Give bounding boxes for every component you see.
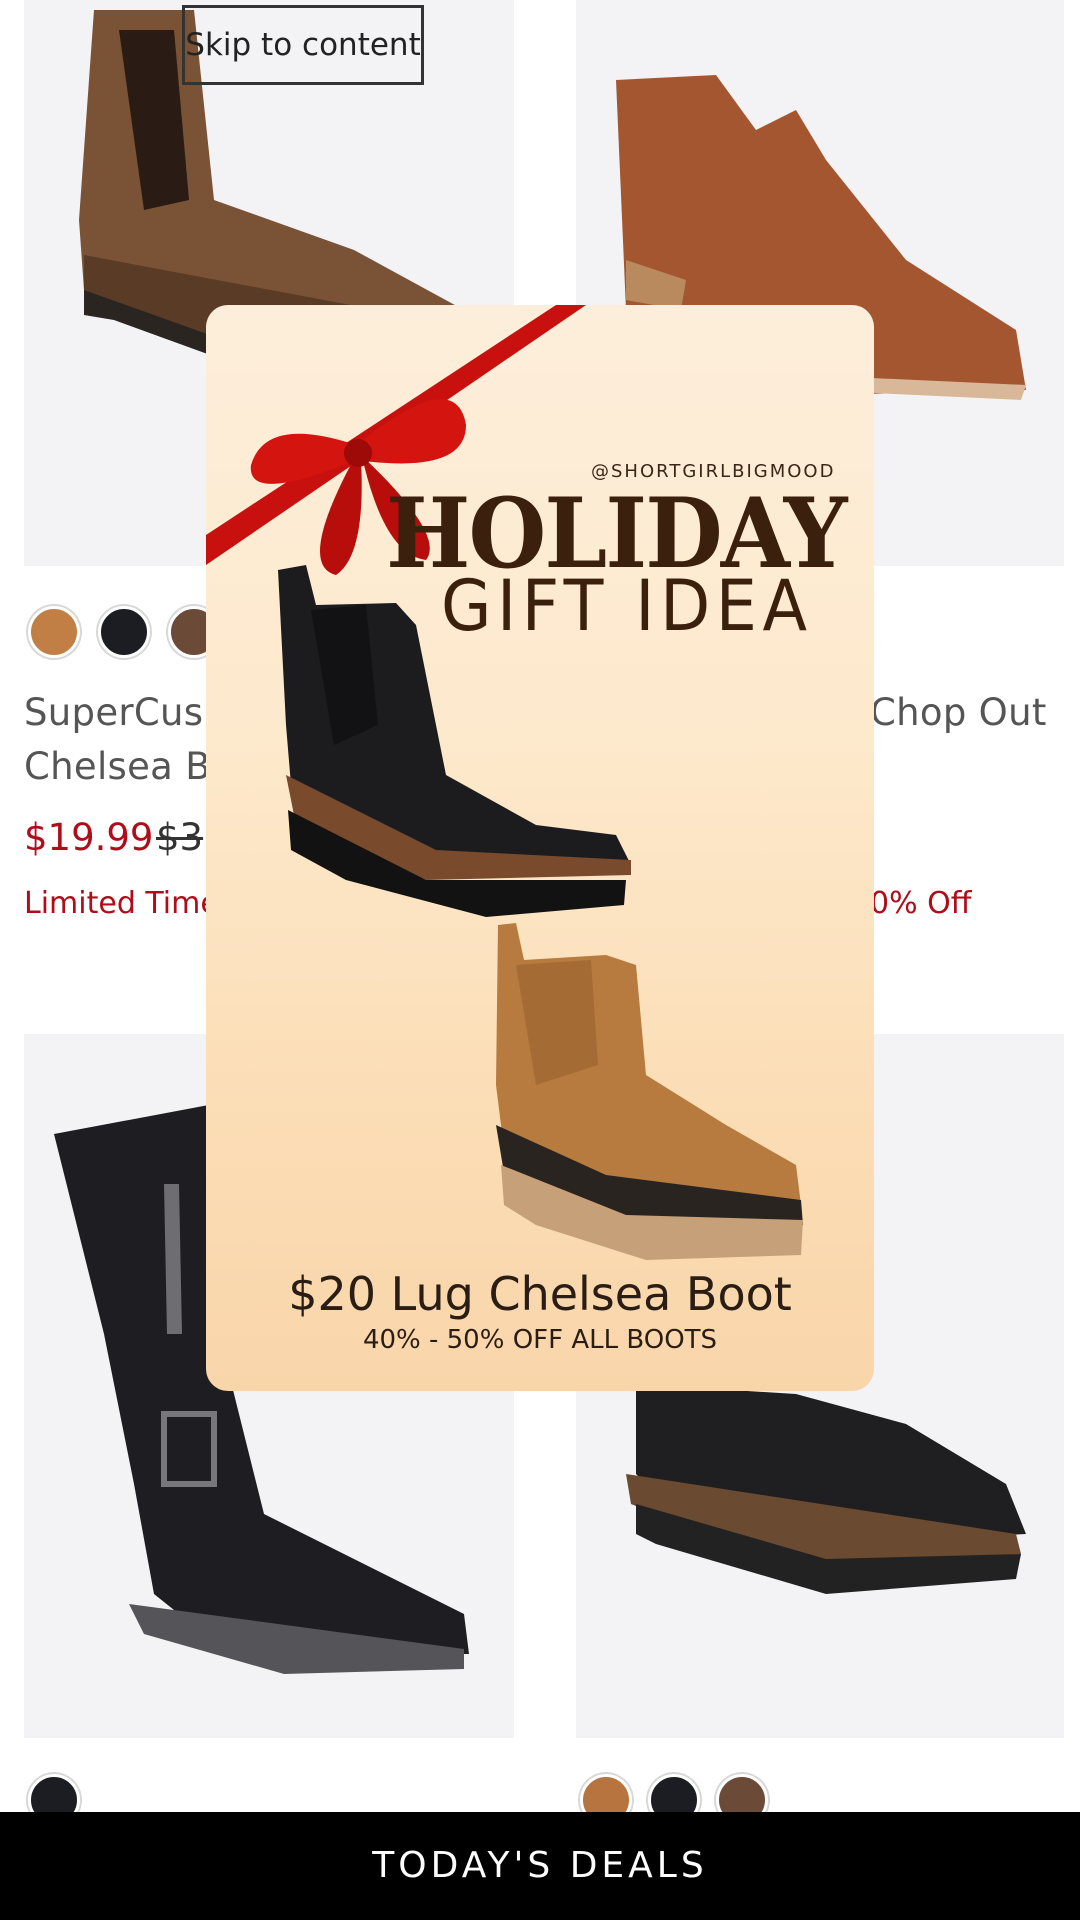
promo-subheadline: GIFT IDEA (441, 565, 813, 647)
promo-label: Limited Time (24, 886, 219, 921)
color-swatch-tan[interactable] (28, 606, 80, 658)
product-title-line2[interactable]: Chelsea Bo (24, 740, 234, 794)
original-price: $3 (156, 816, 204, 859)
skip-to-content-link[interactable]: Skip to content (182, 5, 424, 85)
promo-label-right: 0% Off (870, 886, 972, 921)
sale-price: $19.99 (24, 816, 154, 859)
holiday-gift-promo-card: @SHORTGIRLBIGMOOD HOLIDAY GIFT IDEA $20 … (206, 305, 874, 1391)
promo-deal-subtitle: 40% - 50% OFF ALL BOOTS (362, 1325, 718, 1355)
color-swatch-black[interactable] (98, 606, 150, 658)
tan-chelsea-boot-image (496, 923, 803, 1260)
product-title-line1[interactable]: SuperCush (24, 686, 227, 740)
promo-deal-title: $20 Lug Chelsea Boot (288, 1267, 792, 1321)
product-title-line1-right[interactable]: Chop Out (870, 686, 1047, 740)
todays-deals-label[interactable]: TODAY'S DEALS (0, 1812, 1080, 1920)
todays-deals-bar[interactable]: TODAY'S DEALS (0, 1812, 1080, 1920)
